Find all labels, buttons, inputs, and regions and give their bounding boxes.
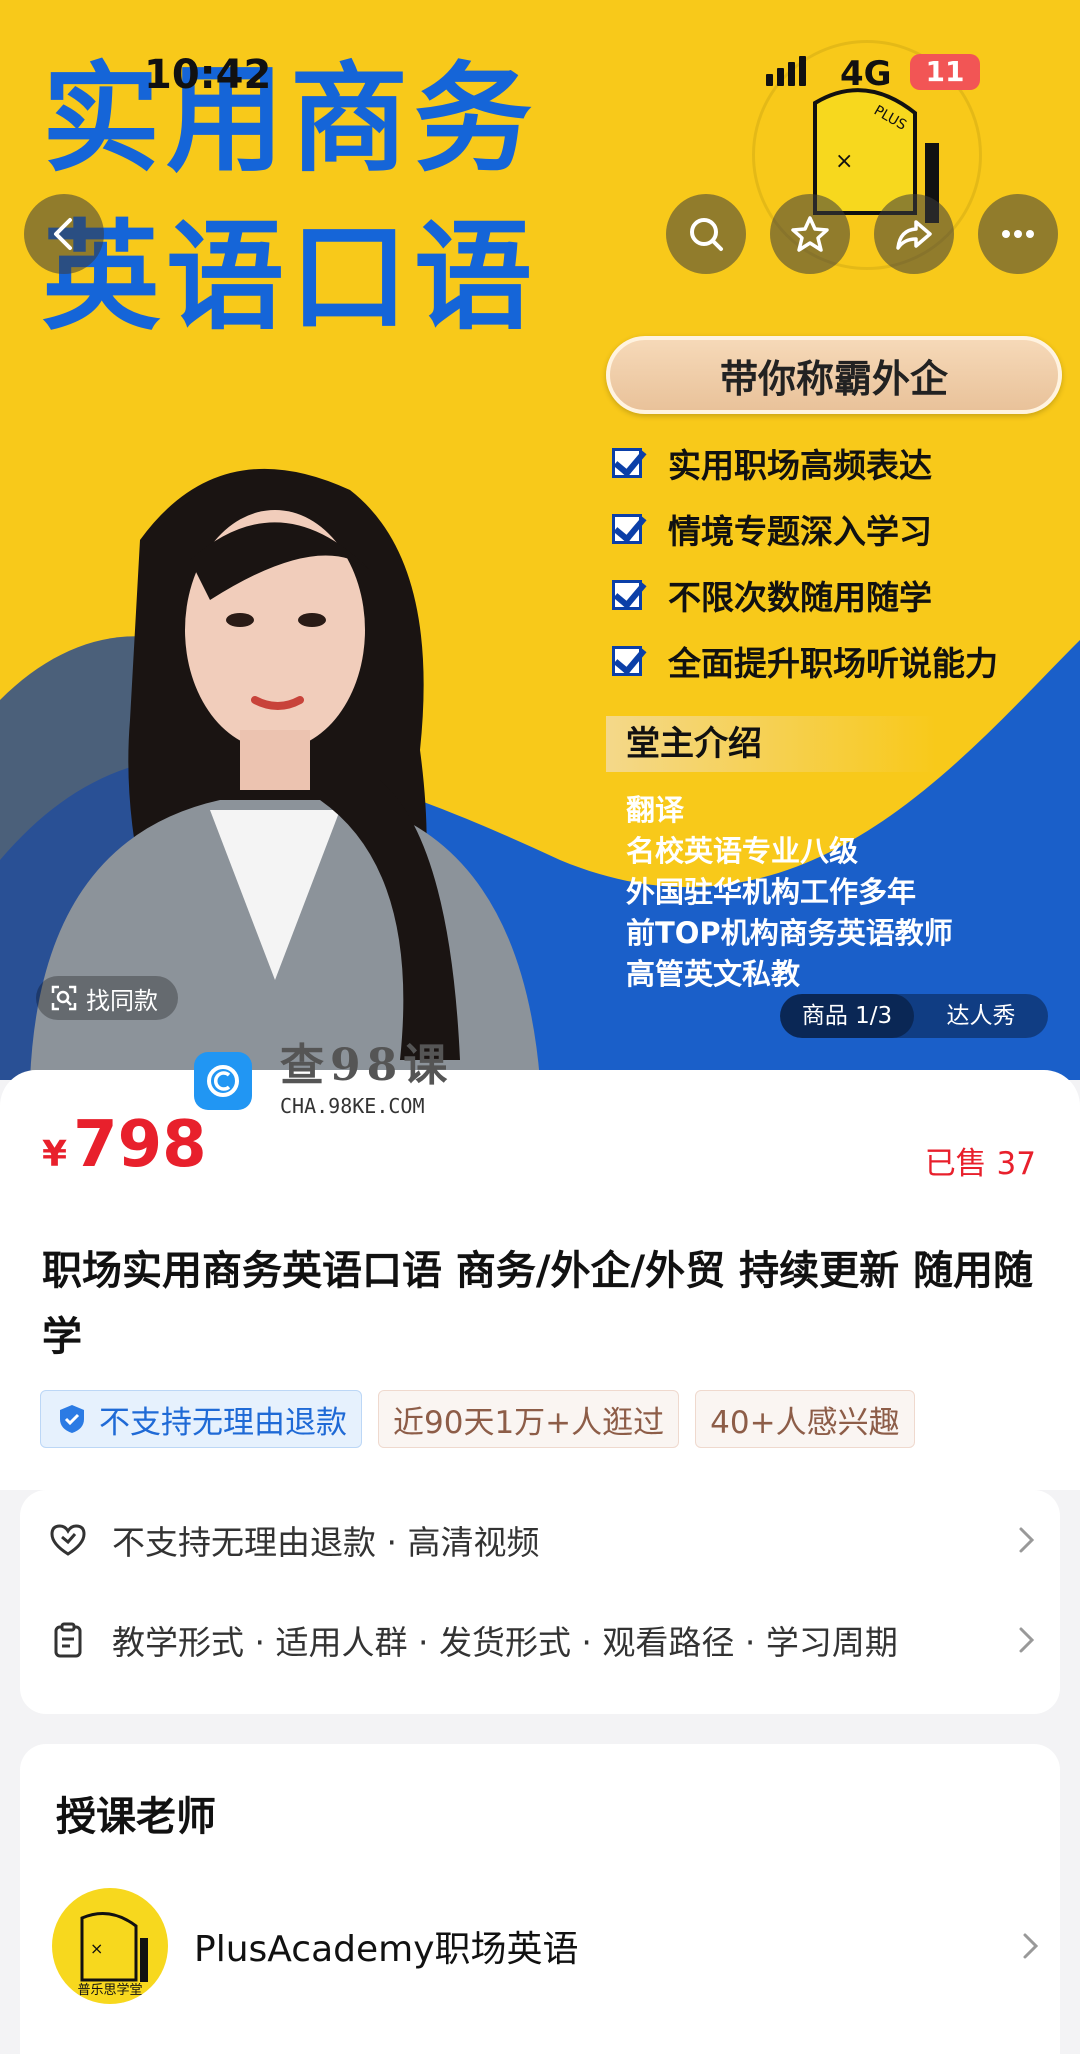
intro-item: 外国驻华机构工作多年	[626, 875, 917, 909]
chevron-right-icon	[1019, 1527, 1035, 1553]
intro-item: 翻译	[626, 793, 685, 827]
chevron-right-icon	[1019, 1627, 1035, 1653]
tab-product-images[interactable]: 商品 1/3	[780, 994, 914, 1038]
signal-icon	[766, 56, 806, 86]
intro-item: 前TOP机构商务英语教师	[626, 916, 953, 950]
currency-symbol: ¥	[42, 1134, 68, 1175]
watermark-sub: CHA.98KE.COM	[280, 1094, 425, 1118]
visits-tag: 近90天1万+人逛过	[378, 1390, 680, 1448]
shield-check-icon	[60, 1405, 84, 1433]
service-guarantee-row[interactable]: 不支持无理由退款 · 高清视频	[48, 1490, 1038, 1590]
checkbox-icon	[612, 580, 642, 610]
product-image-gallery[interactable]: 实用商务 英语口语 × PLUS 带你称霸外企 实用职场高频表达 情境专题深入学…	[0, 0, 1080, 1080]
chevron-right-icon	[1023, 1933, 1039, 1959]
price: ¥ 798	[42, 1108, 207, 1182]
feature-list: 实用职场高频表达 情境专题深入学习 不限次数随用随学 全面提升职场听说能力	[612, 430, 998, 694]
clipboard-icon	[54, 1622, 82, 1658]
avatar: × 普乐思学堂	[52, 1888, 168, 2004]
teacher-heading: 授课老师	[56, 1794, 216, 1840]
teacher-row[interactable]: × 普乐思学堂 PlusAcademy职场英语	[52, 1886, 1042, 2006]
gallery-tabs: 商品 1/3 达人秀	[780, 994, 1048, 1038]
status-time: 10:42	[144, 52, 272, 98]
service-guarantee-text: 不支持无理由退款 · 高清视频	[112, 1523, 540, 1562]
feature-item: 全面提升职场听说能力	[612, 628, 998, 694]
heart-shield-icon	[50, 1524, 86, 1556]
course-params-text: 教学形式 · 适用人群 · 发货形式 · 观看路径 · 学习周期	[112, 1623, 898, 1662]
teacher-name: PlusAcademy职场英语	[194, 1929, 579, 1970]
refund-policy-tag[interactable]: 不支持无理由退款	[40, 1390, 362, 1448]
refund-policy-label: 不支持无理由退款	[99, 1404, 347, 1441]
feature-item: 情境专题深入学习	[612, 496, 998, 562]
checkbox-icon	[612, 646, 642, 676]
hero-title-line2: 英语口语	[42, 208, 539, 346]
teacher-card: 授课老师 × 普乐思学堂 PlusAcademy职场英语	[20, 1744, 1060, 2054]
tab-user-showcase[interactable]: 达人秀	[914, 994, 1048, 1038]
share-button[interactable]	[874, 194, 954, 274]
scan-search-icon	[51, 985, 77, 1011]
intro-list: 翻译 名校英语专业八级 外国驻华机构工作多年 前TOP机构商务英语教师 高管英文…	[626, 790, 953, 995]
watermark-logo-icon	[194, 1052, 252, 1110]
intro-item: 高管英文私教	[626, 957, 801, 991]
sold-count: 已售 37	[924, 1146, 1036, 1182]
intro-heading: 堂主介绍	[606, 716, 936, 772]
product-tags: 不支持无理由退款 近90天1万+人逛过 40+人感兴趣	[40, 1390, 915, 1448]
share-icon	[896, 220, 932, 250]
intro-item: 名校英语专业八级	[626, 834, 859, 868]
interest-tag: 40+人感兴趣	[695, 1390, 915, 1448]
search-button[interactable]	[666, 194, 746, 274]
svg-text:×: ×	[90, 1939, 103, 1958]
more-button[interactable]	[978, 194, 1058, 274]
star-icon	[791, 216, 829, 252]
search-icon	[690, 218, 723, 251]
service-info-card: 不支持无理由退款 · 高清视频 教学形式 · 适用人群 · 发货形式 · 观看路…	[20, 1490, 1060, 1714]
product-page: 实用商务 英语口语 × PLUS 带你称霸外企 实用职场高频表达 情境专题深入学…	[0, 0, 1080, 2054]
hero-badge: 带你称霸外企	[606, 336, 1062, 414]
chevron-left-icon	[54, 218, 72, 250]
course-params-row[interactable]: 教学形式 · 适用人群 · 发货形式 · 观看路径 · 学习周期	[48, 1590, 1038, 1690]
product-title: 职场实用商务英语口语 商务/外企/外贸 持续更新 随用随学	[42, 1248, 1033, 1360]
svg-text:×: ×	[835, 149, 853, 174]
feature-item: 不限次数随用随学	[612, 562, 998, 628]
back-button[interactable]	[24, 194, 104, 274]
checkbox-icon	[612, 448, 642, 478]
find-same-label: 找同款	[86, 986, 158, 1015]
find-same-button[interactable]: 找同款	[36, 976, 178, 1020]
favorite-button[interactable]	[770, 194, 850, 274]
watermark: 查98课 CHA.98KE.COM	[194, 1044, 453, 1118]
checkbox-icon	[612, 514, 642, 544]
feature-item: 实用职场高频表达	[612, 430, 998, 496]
watermark-main: 查98课	[280, 1040, 454, 1091]
price-value: 798	[73, 1108, 207, 1182]
more-icon	[1002, 230, 1034, 238]
hero-title-line1: 实用商务	[42, 50, 539, 188]
network-label: 4G	[840, 54, 892, 94]
battery-indicator: 11	[910, 54, 980, 90]
avatar-label: 普乐思学堂	[77, 1983, 143, 1998]
